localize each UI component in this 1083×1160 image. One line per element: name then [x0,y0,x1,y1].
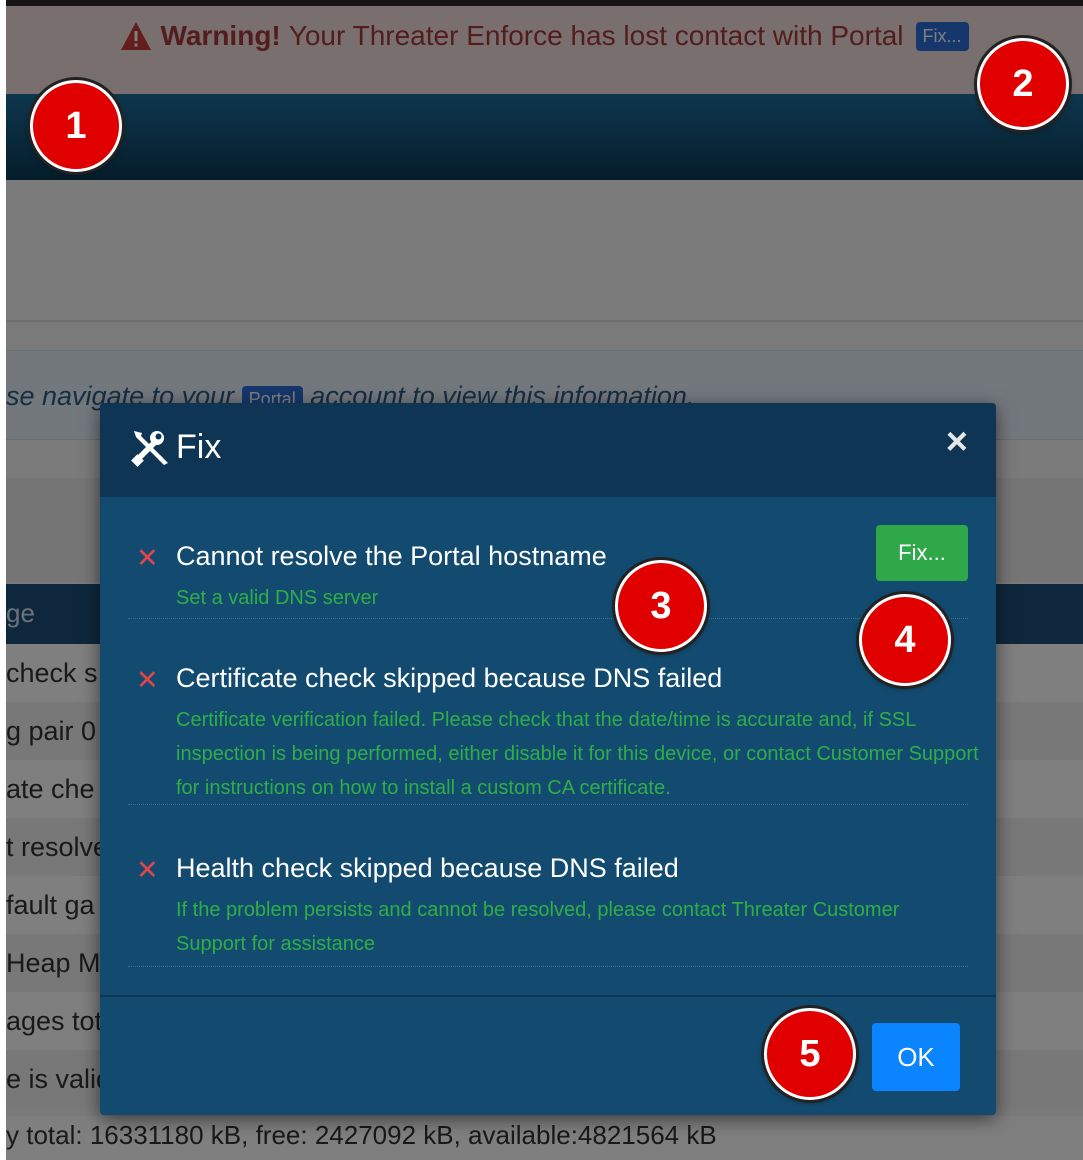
error-x-icon: ✕ [136,855,159,885]
dialog-header: Fix × [100,403,996,497]
issue-item: ✕ Cannot resolve the Portal hostname Set… [128,541,968,619]
tools-icon [131,431,168,467]
callout-marker: 4 [859,594,951,686]
callout-marker: 1 [30,80,122,172]
dialog-title-text: Fix [176,427,222,466]
issue-title: Cannot resolve the Portal hostname [176,541,607,571]
issue-title: Certificate check skipped because DNS fa… [176,663,723,693]
fix-dns-button[interactable]: Fix... [876,525,968,581]
issue-item: ✕ Health check skipped because DNS faile… [128,853,968,967]
issue-title: Health check skipped because DNS failed [176,853,679,883]
ok-button[interactable]: OK [872,1023,960,1091]
dialog-title: Fix [130,427,221,467]
error-x-icon: ✕ [136,543,159,573]
callout-marker: 2 [977,38,1069,130]
error-x-icon: ✕ [136,665,159,695]
dialog-footer: OK [100,995,996,1115]
issue-description: If the problem persists and cannot be re… [176,899,900,955]
issue-description: Certificate verification failed. Please … [176,709,979,799]
fix-dialog: Fix × ✕ Cannot resolve the Portal hostna… [100,403,996,1115]
issue-description: Set a valid DNS server [176,587,379,609]
callout-marker: 3 [615,560,707,652]
issue-item: ✕ Certificate check skipped because DNS … [128,663,979,805]
callout-marker: 5 [764,1008,856,1100]
page: Warning! Your Threater Enforce has lost … [6,0,1083,1160]
close-icon[interactable]: × [946,423,968,461]
